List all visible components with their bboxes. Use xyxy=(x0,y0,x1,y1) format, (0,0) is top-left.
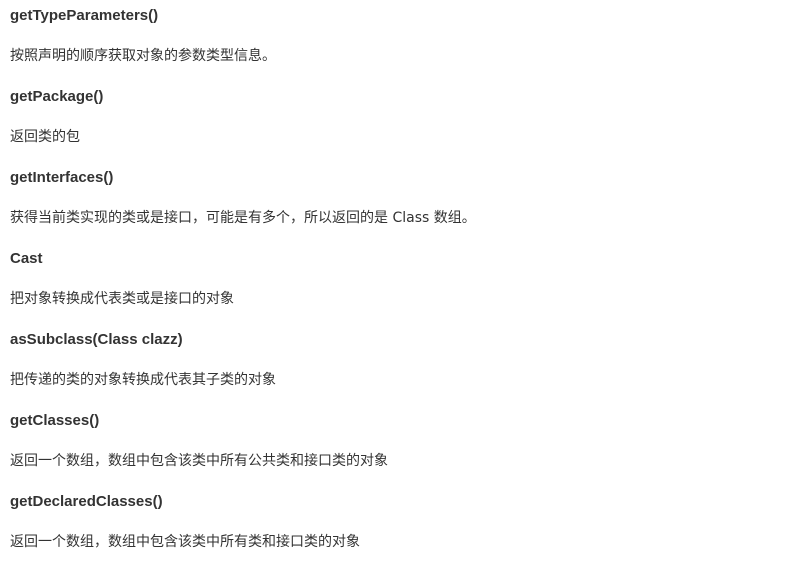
method-description: 返回一个数组，数组中包含该类中所有类和接口类的对象 xyxy=(10,534,360,550)
method-name: getInterfaces() xyxy=(10,169,114,186)
method-name: asSubclass(Class clazz) xyxy=(10,331,183,348)
method-description: 按照声明的顺序获取对象的参数类型信息。 xyxy=(10,48,276,64)
method-entry-get-interfaces: getInterfaces() 获得当前类实现的类或是接口，可能是有多个，所以返… xyxy=(10,168,802,228)
method-entry-get-package: getPackage() 返回类的包 xyxy=(10,87,802,147)
method-name: getClasses() xyxy=(10,412,100,429)
method-name: getPackage() xyxy=(10,88,104,105)
method-description: 获得当前类实现的类或是接口，可能是有多个，所以返回的是 Class 数组。 xyxy=(10,210,476,226)
method-entry-get-type-parameters: getTypeParameters() 按照声明的顺序获取对象的参数类型信息。 xyxy=(10,6,802,66)
method-description: 把传递的类的对象转换成代表其子类的对象 xyxy=(10,372,276,388)
method-entry-get-classes: getClasses() 返回一个数组，数组中包含该类中所有公共类和接口类的对象 xyxy=(10,411,802,471)
method-description: 把对象转换成代表类或是接口的对象 xyxy=(10,291,234,307)
method-description: 返回类的包 xyxy=(10,129,80,145)
method-entry-cast: Cast 把对象转换成代表类或是接口的对象 xyxy=(10,249,802,309)
document-body: getTypeParameters() 按照声明的顺序获取对象的参数类型信息。 … xyxy=(0,6,802,564)
method-name: Cast xyxy=(10,250,43,267)
method-name: getDeclaredClasses() xyxy=(10,493,163,510)
method-entry-get-declared-classes: getDeclaredClasses() 返回一个数组，数组中包含该类中所有类和… xyxy=(10,492,802,552)
method-description: 返回一个数组，数组中包含该类中所有公共类和接口类的对象 xyxy=(10,453,388,469)
method-entry-as-subclass: asSubclass(Class clazz) 把传递的类的对象转换成代表其子类… xyxy=(10,330,802,390)
method-name: getTypeParameters() xyxy=(10,7,159,24)
